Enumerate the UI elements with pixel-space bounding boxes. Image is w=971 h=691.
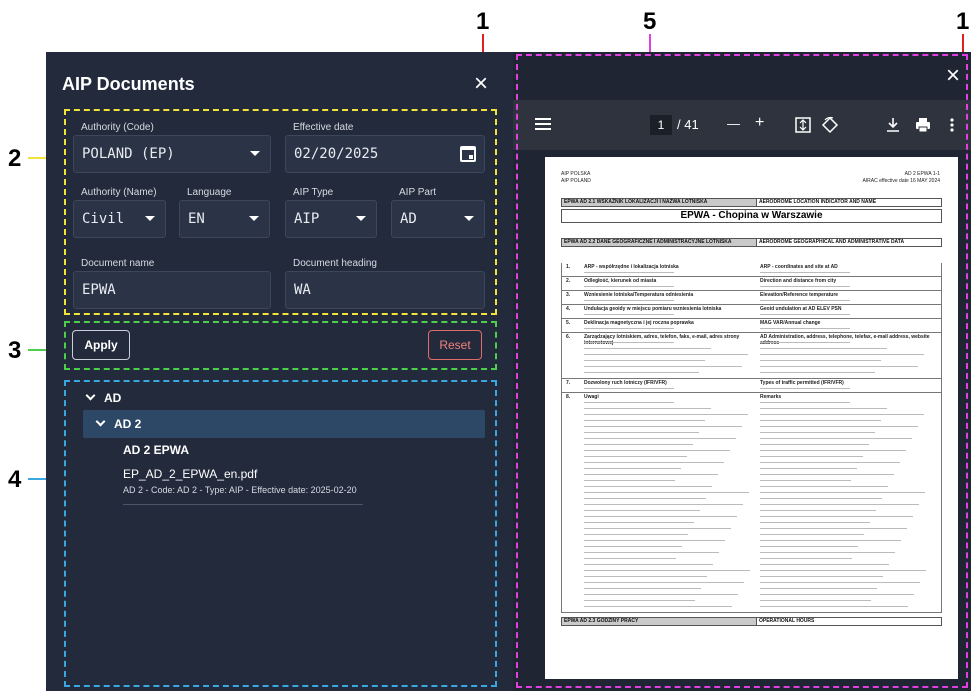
callout-2: 2 — [8, 145, 22, 172]
callout-1-right: 1 — [956, 8, 970, 35]
callout-2-box — [64, 109, 497, 315]
callout-5: 5 — [643, 8, 657, 35]
callout-5-box — [516, 54, 968, 688]
panel-title: AIP Documents — [62, 74, 195, 94]
callout-1-left: 1 — [476, 8, 490, 35]
callout-3: 3 — [8, 337, 22, 364]
panel-close-icon[interactable]: × — [474, 72, 488, 96]
callout-3-box — [64, 321, 497, 370]
callout-4-box — [64, 380, 497, 687]
callout-4: 4 — [8, 466, 22, 493]
